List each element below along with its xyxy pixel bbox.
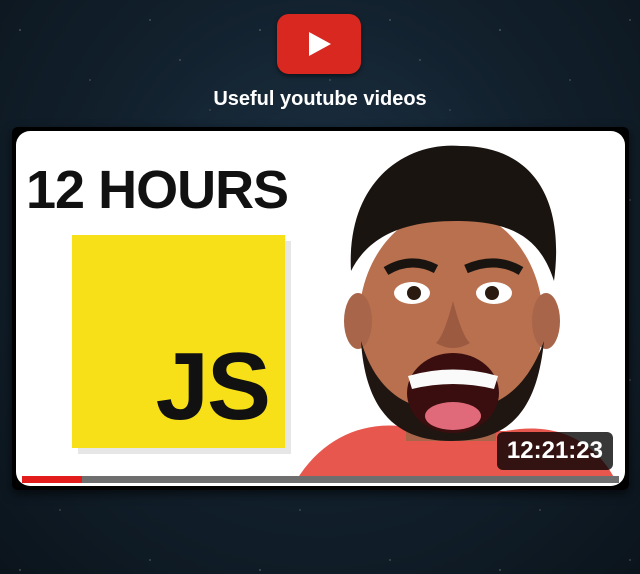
video-thumbnail[interactable]: 12 HOURS JS 12:21:23: [16, 131, 625, 486]
video-progress-bar[interactable]: [22, 476, 619, 483]
presenter-photo: [296, 145, 616, 481]
thumbnail-headline: 12 HOURS: [26, 160, 289, 220]
javascript-logo-text: JS: [155, 333, 271, 440]
youtube-play-icon[interactable]: [277, 14, 361, 74]
video-progress-fill: [22, 476, 82, 483]
video-duration-badge: 12:21:23: [496, 432, 613, 470]
javascript-logo: JS: [72, 235, 285, 448]
page-caption: Useful youtube videos: [213, 88, 427, 110]
video-player[interactable]: 12 HOURS JS 12:21:23: [12, 127, 629, 490]
play-triangle-icon: [309, 32, 331, 56]
